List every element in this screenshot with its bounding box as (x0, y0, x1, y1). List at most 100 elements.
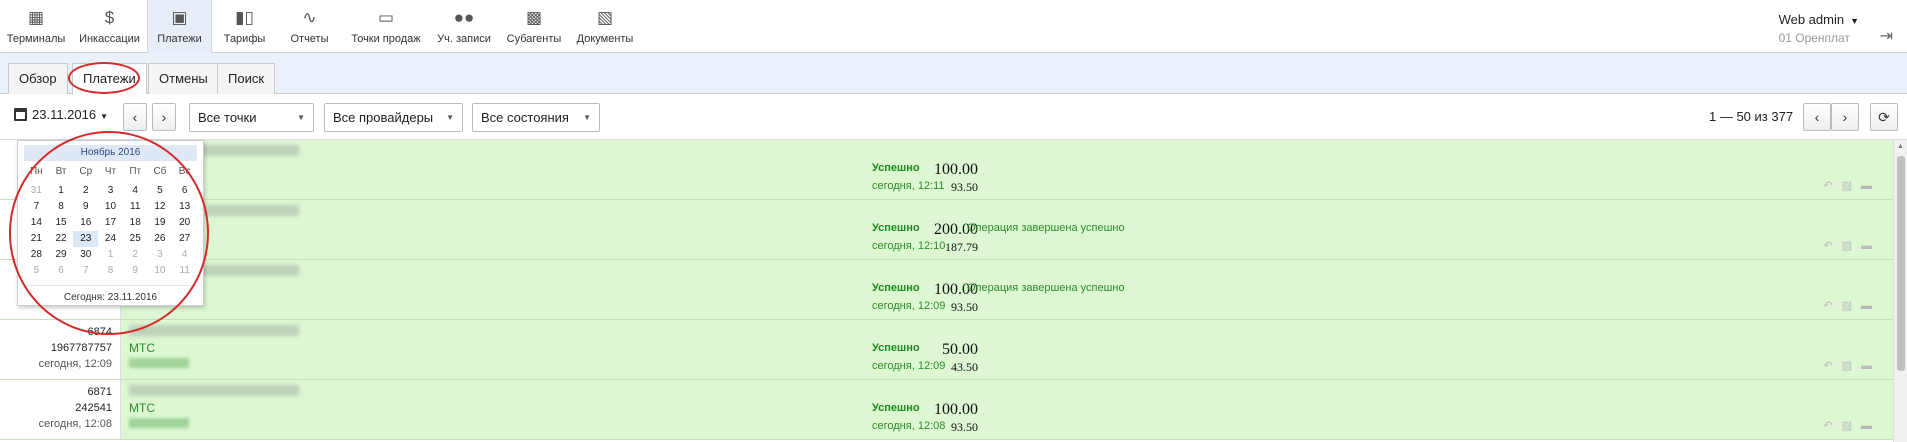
payment-net-amount: 93.50 (951, 300, 978, 314)
top-navigation: ▦ Терминалы $ Инкассации ▣ Платежи ▮▯ Та… (0, 0, 1907, 53)
providers-select[interactable]: Все провайдеры ▼ (324, 103, 463, 132)
nav-subagents[interactable]: ▩ Субагенты (498, 0, 570, 53)
receipt-icon[interactable]: ▬ (1861, 420, 1881, 432)
printer-icon: ▧ (596, 8, 614, 27)
payment-row[interactable]: 100.00 93.50 Успешно сегодня, 12:09 Опер… (0, 260, 1893, 320)
next-date-button[interactable]: › (152, 103, 176, 131)
status-time: сегодня, 12:10 (872, 240, 946, 252)
status-note: Операция завершена успешно (967, 282, 1125, 294)
logout-icon[interactable]: ⇥ (1880, 26, 1893, 46)
caret-down-icon: ▼ (583, 113, 591, 122)
nav-reports[interactable]: ∿ Отчеты (277, 0, 342, 53)
nav-accounts[interactable]: ●● Уч. записи (430, 0, 498, 53)
receipt-icon[interactable]: ▬ (1861, 300, 1881, 312)
payment-net-amount: 187.79 (945, 240, 978, 254)
points-select[interactable]: Все точки ▼ (189, 103, 314, 132)
terminal-icon: ▦ (27, 8, 45, 27)
provider-name-blurred (129, 325, 299, 336)
receipt-icon[interactable]: ▬ (1861, 180, 1881, 192)
undo-icon[interactable]: ↶ (1823, 180, 1841, 192)
status-label: Успешно (872, 402, 920, 414)
tab-search[interactable]: Поиск (217, 63, 276, 94)
user-name: Web admin (1778, 12, 1845, 27)
account-number-blurred (129, 418, 189, 428)
print-icon[interactable]: ▧ (1842, 360, 1861, 372)
payment-number: 242541 (75, 402, 112, 414)
user-org: 01 Оренплат (1778, 31, 1850, 45)
refresh-button[interactable]: ⟳ (1870, 103, 1898, 131)
print-icon[interactable]: ▧ (1842, 180, 1861, 192)
payment-row[interactable]: 6871 242541 сегодня, 12:08 МТС 100.00 93… (0, 380, 1893, 440)
users-icon: ●● (453, 8, 475, 27)
payment-row[interactable]: 6874 1967787757 сегодня, 12:09 МТС 50.00… (0, 320, 1893, 380)
undo-icon[interactable]: ↶ (1823, 300, 1841, 312)
payment-net-amount: 93.50 (951, 180, 978, 194)
nav-documents[interactable]: ▧ Документы (570, 0, 640, 53)
line-chart-icon: ∿ (302, 8, 317, 27)
user-menu[interactable]: Web admin ▼ 01 Оренплат (1779, 12, 1859, 45)
caret-down-icon: ▼ (446, 113, 454, 122)
caret-down-icon: ▼ (100, 112, 109, 121)
caret-down-icon: ▼ (297, 113, 305, 122)
tab-cancellations[interactable]: Отмены (148, 63, 219, 94)
nav-collections[interactable]: $ Инкассации (72, 0, 147, 53)
status-time: сегодня, 12:09 (872, 360, 946, 372)
pager-info: 1 — 50 из 377 (1709, 109, 1794, 124)
status-label: Успешно (872, 282, 920, 294)
payment-net-amount: 93.50 (951, 420, 978, 434)
operator-name: МТС (129, 401, 155, 415)
status-label: Успешно (872, 222, 920, 234)
status-note: Операция завершена успешно (967, 222, 1125, 234)
bar-chart-icon: ▮▯ (235, 8, 254, 27)
receipt-icon[interactable]: ▬ (1861, 360, 1881, 372)
payment-amount: 100.00 (934, 161, 978, 178)
filter-bar: 23.11.2016 ▼ ‹ › Все точки ▼ Все провайдер… (0, 95, 1907, 140)
calendar-icon (14, 108, 27, 121)
tab-bar: Обзор Платежи Отмены Поиск (0, 53, 1907, 94)
providers-select-value: Все провайдеры (333, 110, 434, 125)
nav-tariffs[interactable]: ▮▯ Тарифы (212, 0, 277, 53)
status-time: сегодня, 12:09 (872, 300, 946, 312)
date-picker[interactable]: 23.11.2016 ▼ (14, 107, 108, 122)
dollar-icon: $ (104, 8, 115, 27)
vertical-scrollbar[interactable]: ▲ (1893, 140, 1907, 442)
account-number-blurred (129, 358, 189, 368)
payment-time: сегодня, 12:08 (38, 418, 112, 430)
states-select[interactable]: Все состояния ▼ (472, 103, 600, 132)
briefcase-icon: ▩ (525, 8, 543, 27)
caret-down-icon: ▼ (1850, 16, 1859, 26)
status-time: сегодня, 12:08 (872, 420, 946, 432)
prev-page-button[interactable]: ‹ (1803, 103, 1831, 131)
prev-date-button[interactable]: ‹ (123, 103, 147, 131)
provider-name-blurred (129, 385, 299, 396)
receipt-icon[interactable]: ▬ (1861, 240, 1881, 252)
date-value: 23.11.2016 (32, 107, 97, 122)
payment-net-amount: 43.50 (951, 360, 978, 374)
points-select-value: Все точки (198, 110, 257, 125)
nav-terminals[interactable]: ▦ Терминалы (0, 0, 72, 53)
operator-name: МТС (129, 341, 155, 355)
next-page-button[interactable]: › (1831, 103, 1859, 131)
payment-number: 1967787757 (50, 342, 112, 354)
print-icon[interactable]: ▧ (1842, 420, 1861, 432)
undo-icon[interactable]: ↶ (1823, 240, 1841, 252)
monitor-icon: ▭ (377, 8, 395, 27)
scrollbar-thumb[interactable] (1897, 156, 1905, 371)
wallet-icon: ▣ (171, 8, 188, 27)
payment-row[interactable]: 200.00 187.79 Успешно сегодня, 12:10 Опе… (0, 200, 1893, 260)
payment-row[interactable]: 100.00 93.50 Успешно сегодня, 12:11 ↶▧▬ (0, 140, 1893, 200)
tab-overview[interactable]: Обзор (8, 63, 68, 94)
print-icon[interactable]: ▧ (1842, 300, 1861, 312)
nav-points-of-sale[interactable]: ▭ Точки продаж (342, 0, 430, 53)
scroll-up-icon[interactable]: ▲ (1897, 143, 1904, 150)
status-time: сегодня, 12:11 (872, 180, 945, 192)
annotation-circle (68, 62, 140, 94)
payment-id: 6871 (87, 386, 112, 398)
payments-list: 100.00 93.50 Успешно сегодня, 12:11 ↶▧▬ … (0, 140, 1893, 442)
undo-icon[interactable]: ↶ (1823, 360, 1841, 372)
payment-amount: 100.00 (934, 401, 978, 418)
nav-payments[interactable]: ▣ Платежи (147, 0, 212, 53)
undo-icon[interactable]: ↶ (1823, 420, 1841, 432)
print-icon[interactable]: ▧ (1842, 240, 1861, 252)
status-label: Успешно (872, 342, 920, 354)
